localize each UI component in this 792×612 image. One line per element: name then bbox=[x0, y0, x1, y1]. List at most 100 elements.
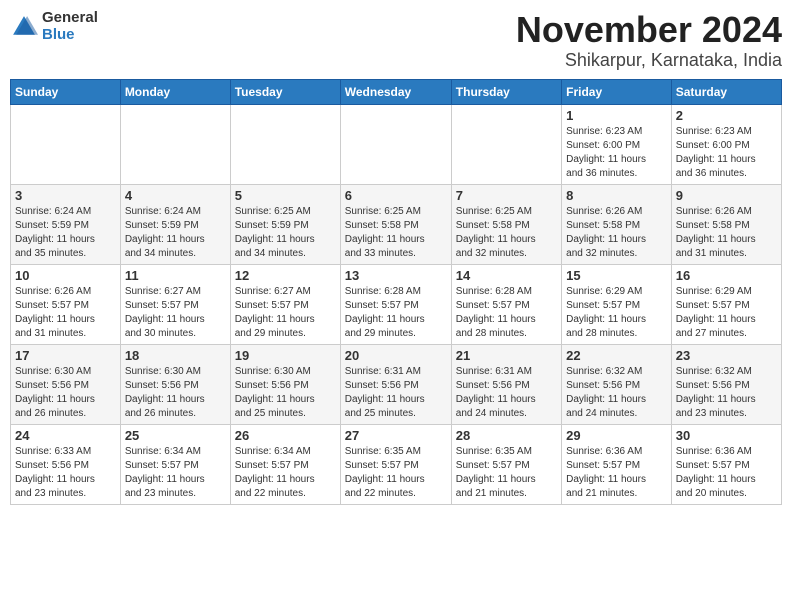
calendar-day-cell: 25 Sunrise: 6:34 AM Sunset: 5:57 PM Dayli… bbox=[120, 424, 230, 504]
day-info: Sunrise: 6:34 AM Sunset: 5:57 PM Dayligh… bbox=[125, 445, 226, 501]
weekday-header-cell: Sunday bbox=[11, 79, 121, 104]
weekday-header-cell: Monday bbox=[120, 79, 230, 104]
calendar-day-cell: 26 Sunrise: 6:34 AM Sunset: 5:57 PM Dayli… bbox=[230, 424, 340, 504]
calendar-day-cell bbox=[340, 104, 451, 184]
calendar-day-cell: 13 Sunrise: 6:28 AM Sunset: 5:57 PM Dayli… bbox=[340, 264, 451, 344]
calendar-day-cell: 14Sunrise: 6:28 AM Sunset: 5:57 PM Dayli… bbox=[451, 264, 561, 344]
day-number: 1 bbox=[566, 108, 667, 123]
day-number: 17 bbox=[15, 348, 116, 363]
calendar-body: 1 Sunrise: 6:23 AM Sunset: 6:00 PM Daylig… bbox=[11, 104, 782, 504]
day-number: 24 bbox=[15, 428, 116, 443]
calendar-day-cell: 28 Sunrise: 6:35 AM Sunset: 5:57 PM Dayli… bbox=[451, 424, 561, 504]
calendar-day-cell: 17 Sunrise: 6:30 AM Sunset: 5:56 PM Dayli… bbox=[11, 344, 121, 424]
weekday-header-cell: Friday bbox=[562, 79, 672, 104]
calendar-day-cell: 15 Sunrise: 6:29 AM Sunset: 5:57 PM Dayli… bbox=[562, 264, 672, 344]
day-number: 28 bbox=[456, 428, 557, 443]
day-info: Sunrise: 6:26 AM Sunset: 5:58 PM Dayligh… bbox=[676, 205, 777, 261]
day-info: Sunrise: 6:29 AM Sunset: 5:57 PM Dayligh… bbox=[676, 285, 777, 341]
day-info: Sunrise: 6:36 AM Sunset: 5:57 PM Dayligh… bbox=[676, 445, 777, 501]
day-number: 7 bbox=[456, 188, 557, 203]
calendar-day-cell: 24Sunrise: 6:33 AM Sunset: 5:56 PM Dayli… bbox=[11, 424, 121, 504]
day-number: 12 bbox=[235, 268, 336, 283]
weekday-header-cell: Tuesday bbox=[230, 79, 340, 104]
logo-text: General Blue bbox=[42, 10, 98, 43]
logo-general-text: General bbox=[42, 10, 98, 27]
month-title: November 2024 bbox=[516, 10, 782, 50]
day-number: 30 bbox=[676, 428, 777, 443]
day-info: Sunrise: 6:30 AM Sunset: 5:56 PM Dayligh… bbox=[235, 365, 336, 421]
day-info: Sunrise: 6:28 AM Sunset: 5:57 PM Dayligh… bbox=[345, 285, 447, 341]
day-info: Sunrise: 6:35 AM Sunset: 5:57 PM Dayligh… bbox=[456, 445, 557, 501]
calendar-day-cell: 30 Sunrise: 6:36 AM Sunset: 5:57 PM Dayli… bbox=[671, 424, 781, 504]
day-info: Sunrise: 6:35 AM Sunset: 5:57 PM Dayligh… bbox=[345, 445, 447, 501]
day-info: Sunrise: 6:26 AM Sunset: 5:57 PM Dayligh… bbox=[15, 285, 116, 341]
day-info: Sunrise: 6:26 AM Sunset: 5:58 PM Dayligh… bbox=[566, 205, 667, 261]
calendar-day-cell: 9 Sunrise: 6:26 AM Sunset: 5:58 PM Daylig… bbox=[671, 184, 781, 264]
calendar-day-cell: 4Sunrise: 6:24 AM Sunset: 5:59 PM Daylig… bbox=[120, 184, 230, 264]
day-info: Sunrise: 6:23 AM Sunset: 6:00 PM Dayligh… bbox=[566, 125, 667, 181]
calendar-day-cell: 2Sunrise: 6:23 AM Sunset: 6:00 PM Daylig… bbox=[671, 104, 781, 184]
day-info: Sunrise: 6:25 AM Sunset: 5:58 PM Dayligh… bbox=[456, 205, 557, 261]
calendar-week-row: 3 Sunrise: 6:24 AM Sunset: 5:59 PM Daylig… bbox=[11, 184, 782, 264]
calendar-day-cell: 16 Sunrise: 6:29 AM Sunset: 5:57 PM Dayli… bbox=[671, 264, 781, 344]
day-number: 4 bbox=[125, 188, 226, 203]
calendar-day-cell: 21 Sunrise: 6:31 AM Sunset: 5:56 PM Dayli… bbox=[451, 344, 561, 424]
calendar-day-cell: 11 Sunrise: 6:27 AM Sunset: 5:57 PM Dayli… bbox=[120, 264, 230, 344]
day-info: Sunrise: 6:30 AM Sunset: 5:56 PM Dayligh… bbox=[125, 365, 226, 421]
calendar-week-row: 1 Sunrise: 6:23 AM Sunset: 6:00 PM Daylig… bbox=[11, 104, 782, 184]
calendar-day-cell: 23 Sunrise: 6:32 AM Sunset: 5:56 PM Dayli… bbox=[671, 344, 781, 424]
day-info: Sunrise: 6:27 AM Sunset: 5:57 PM Dayligh… bbox=[125, 285, 226, 341]
calendar-day-cell bbox=[11, 104, 121, 184]
calendar-day-cell: 19Sunrise: 6:30 AM Sunset: 5:56 PM Dayli… bbox=[230, 344, 340, 424]
day-number: 15 bbox=[566, 268, 667, 283]
calendar-day-cell: 7 Sunrise: 6:25 AM Sunset: 5:58 PM Daylig… bbox=[451, 184, 561, 264]
calendar-day-cell bbox=[120, 104, 230, 184]
calendar-day-cell: 18Sunrise: 6:30 AM Sunset: 5:56 PM Dayli… bbox=[120, 344, 230, 424]
calendar-day-cell: 3 Sunrise: 6:24 AM Sunset: 5:59 PM Daylig… bbox=[11, 184, 121, 264]
day-number: 9 bbox=[676, 188, 777, 203]
day-number: 5 bbox=[235, 188, 336, 203]
day-number: 6 bbox=[345, 188, 447, 203]
weekday-header-cell: Thursday bbox=[451, 79, 561, 104]
weekday-header-row: SundayMondayTuesdayWednesdayThursdayFrid… bbox=[11, 79, 782, 104]
calendar-week-row: 17 Sunrise: 6:30 AM Sunset: 5:56 PM Dayli… bbox=[11, 344, 782, 424]
calendar-day-cell: 5Sunrise: 6:25 AM Sunset: 5:59 PM Daylig… bbox=[230, 184, 340, 264]
day-number: 26 bbox=[235, 428, 336, 443]
calendar-day-cell: 1 Sunrise: 6:23 AM Sunset: 6:00 PM Daylig… bbox=[562, 104, 672, 184]
calendar-day-cell: 20 Sunrise: 6:31 AM Sunset: 5:56 PM Dayli… bbox=[340, 344, 451, 424]
day-number: 23 bbox=[676, 348, 777, 363]
location-title: Shikarpur, Karnataka, India bbox=[516, 50, 782, 71]
day-number: 21 bbox=[456, 348, 557, 363]
day-number: 13 bbox=[345, 268, 447, 283]
calendar-day-cell bbox=[230, 104, 340, 184]
day-number: 20 bbox=[345, 348, 447, 363]
weekday-header-cell: Saturday bbox=[671, 79, 781, 104]
calendar-day-cell: 29Sunrise: 6:36 AM Sunset: 5:57 PM Dayli… bbox=[562, 424, 672, 504]
day-info: Sunrise: 6:25 AM Sunset: 5:58 PM Dayligh… bbox=[345, 205, 447, 261]
day-number: 14 bbox=[456, 268, 557, 283]
logo-blue-text: Blue bbox=[42, 27, 98, 44]
day-number: 22 bbox=[566, 348, 667, 363]
calendar-day-cell: 22 Sunrise: 6:32 AM Sunset: 5:56 PM Dayli… bbox=[562, 344, 672, 424]
day-info: Sunrise: 6:34 AM Sunset: 5:57 PM Dayligh… bbox=[235, 445, 336, 501]
calendar-day-cell bbox=[451, 104, 561, 184]
day-info: Sunrise: 6:23 AM Sunset: 6:00 PM Dayligh… bbox=[676, 125, 777, 181]
day-info: Sunrise: 6:29 AM Sunset: 5:57 PM Dayligh… bbox=[566, 285, 667, 341]
day-number: 11 bbox=[125, 268, 226, 283]
day-number: 16 bbox=[676, 268, 777, 283]
day-info: Sunrise: 6:24 AM Sunset: 5:59 PM Dayligh… bbox=[15, 205, 116, 261]
day-number: 8 bbox=[566, 188, 667, 203]
calendar: SundayMondayTuesdayWednesdayThursdayFrid… bbox=[10, 79, 782, 505]
day-info: Sunrise: 6:32 AM Sunset: 5:56 PM Dayligh… bbox=[566, 365, 667, 421]
logo: General Blue bbox=[10, 10, 98, 43]
day-info: Sunrise: 6:31 AM Sunset: 5:56 PM Dayligh… bbox=[456, 365, 557, 421]
header: General Blue November 2024 Shikarpur, Ka… bbox=[10, 10, 782, 71]
day-number: 25 bbox=[125, 428, 226, 443]
day-info: Sunrise: 6:31 AM Sunset: 5:56 PM Dayligh… bbox=[345, 365, 447, 421]
day-number: 29 bbox=[566, 428, 667, 443]
day-info: Sunrise: 6:32 AM Sunset: 5:56 PM Dayligh… bbox=[676, 365, 777, 421]
calendar-day-cell: 12Sunrise: 6:27 AM Sunset: 5:57 PM Dayli… bbox=[230, 264, 340, 344]
day-info: Sunrise: 6:30 AM Sunset: 5:56 PM Dayligh… bbox=[15, 365, 116, 421]
day-number: 3 bbox=[15, 188, 116, 203]
weekday-header-cell: Wednesday bbox=[340, 79, 451, 104]
